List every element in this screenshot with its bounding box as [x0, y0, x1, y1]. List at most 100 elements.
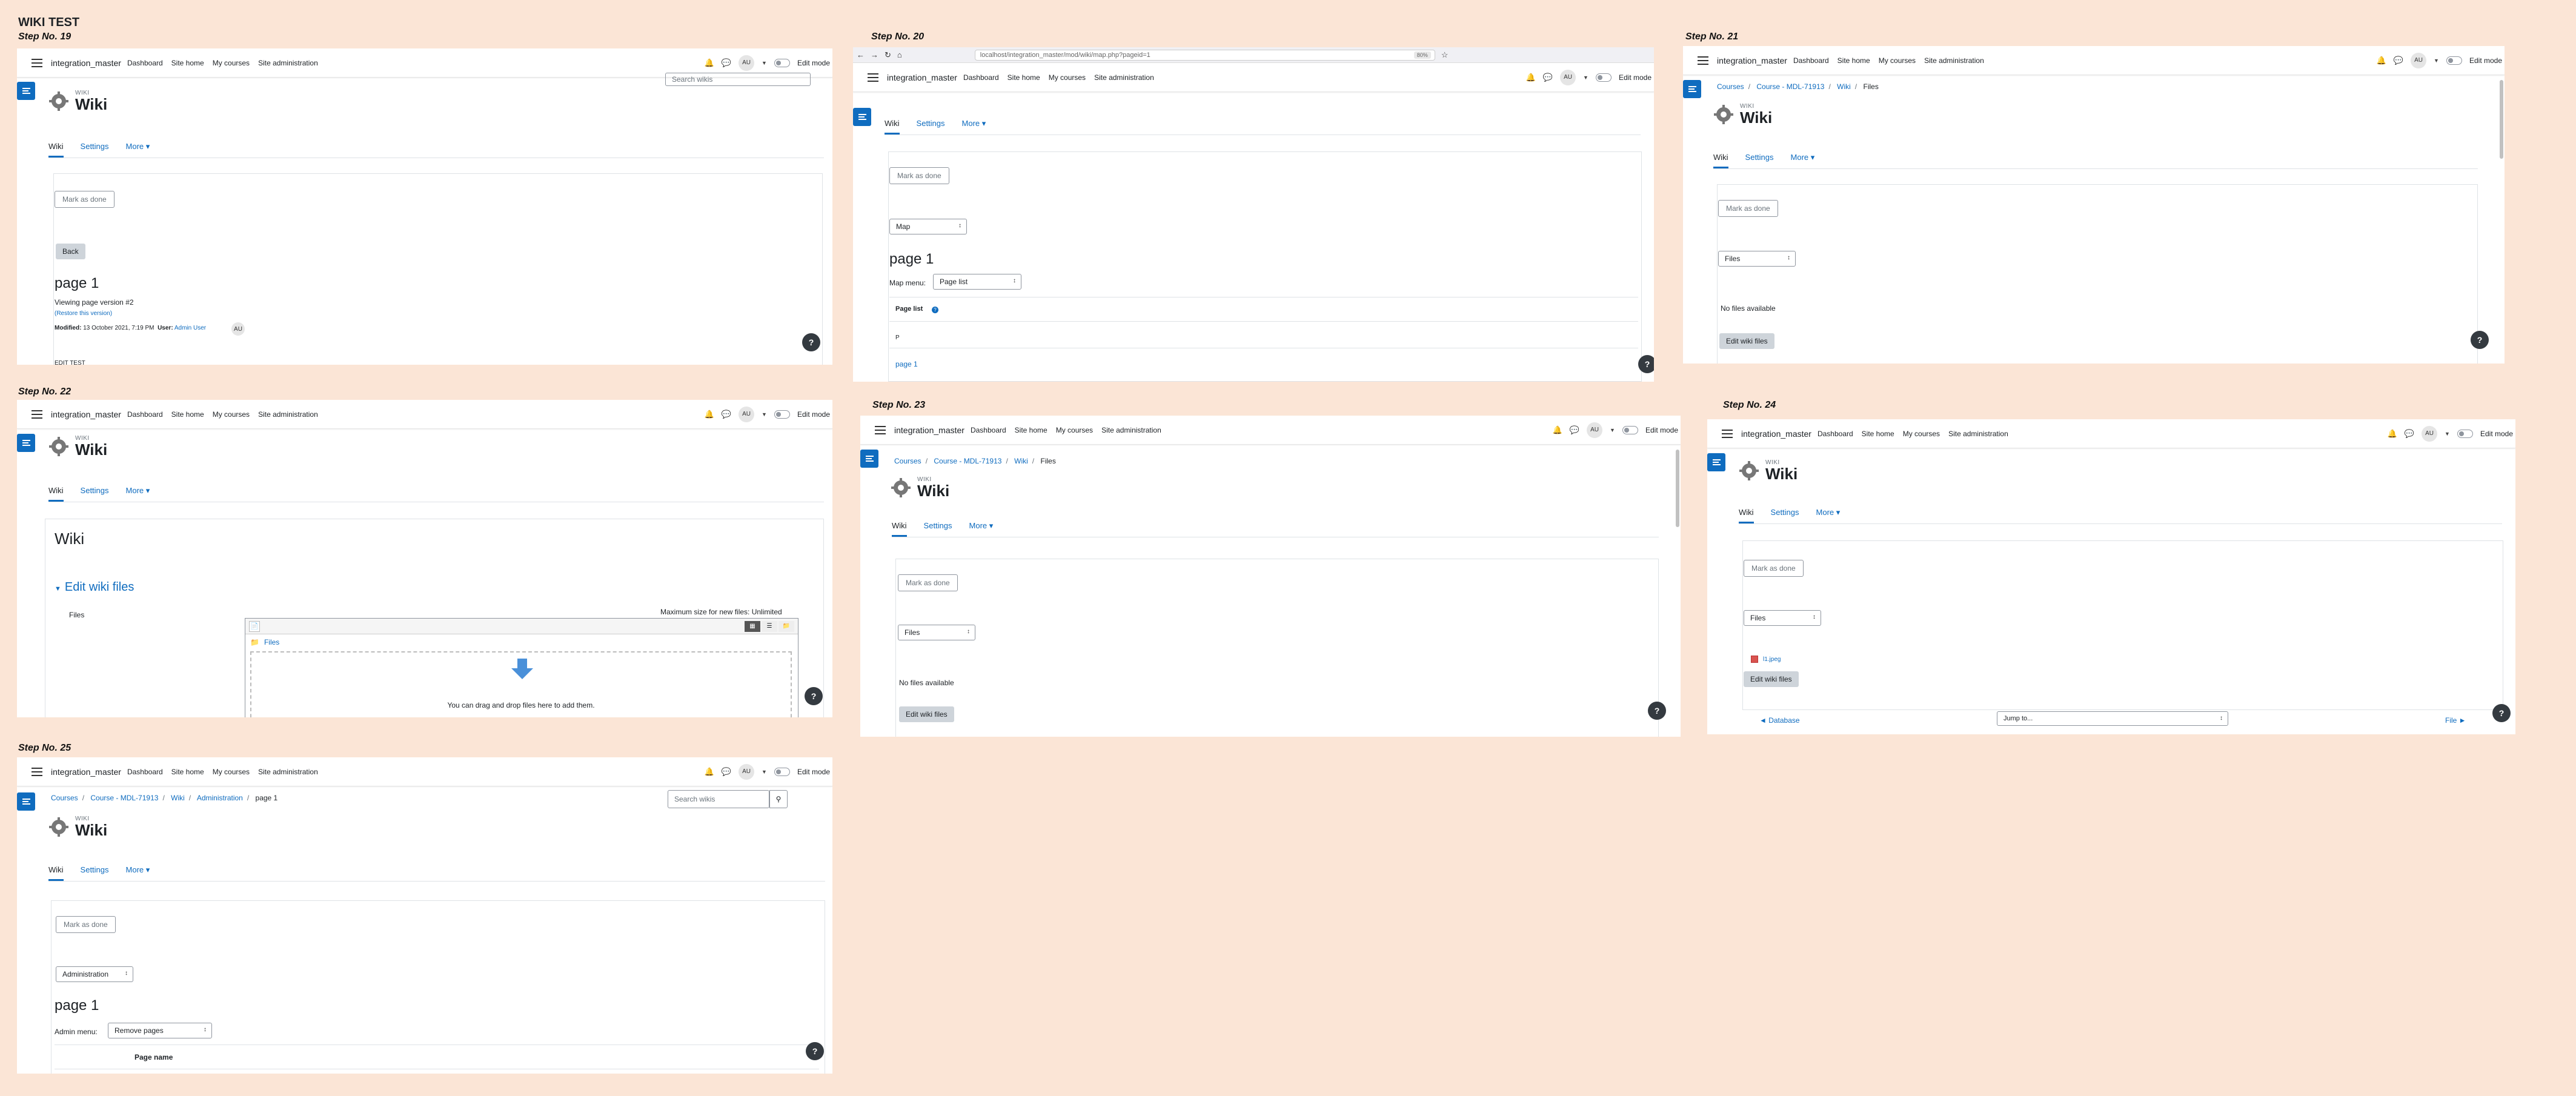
nav-dashboard[interactable]: Dashboard — [1793, 56, 1829, 65]
chevron-down-icon[interactable]: ▼ — [2445, 431, 2450, 437]
nav-my-courses[interactable]: My courses — [213, 59, 250, 67]
mark-as-done-button[interactable]: Mark as done — [56, 916, 116, 933]
nav-my-courses[interactable]: My courses — [1879, 56, 1916, 65]
tab-settings[interactable]: Settings — [917, 114, 945, 135]
help-button[interactable]: ? — [806, 1042, 824, 1060]
chevron-down-icon[interactable]: ▼ — [2434, 58, 2439, 64]
tab-wiki[interactable]: Wiki — [48, 860, 64, 881]
file-dropzone[interactable]: You can drag and drop files here to add … — [250, 651, 792, 717]
edit-mode-toggle[interactable] — [774, 767, 790, 776]
nav-site-home[interactable]: Site home — [171, 768, 204, 776]
back-arrow-icon[interactable]: ← — [857, 50, 865, 59]
site-brand[interactable]: integration_master — [51, 58, 121, 68]
course-index-drawer-button[interactable] — [853, 108, 871, 126]
tab-more[interactable]: More ▾ — [126, 860, 150, 881]
course-index-drawer-button[interactable] — [17, 434, 35, 452]
tab-wiki[interactable]: Wiki — [885, 114, 900, 135]
course-index-drawer-button[interactable] — [17, 82, 35, 100]
next-activity-link[interactable]: File ► — [2445, 716, 2466, 725]
messages-icon[interactable]: 💬 — [1570, 425, 1579, 435]
edit-wiki-files-button[interactable]: Edit wiki files — [1719, 333, 1774, 349]
tab-settings[interactable]: Settings — [81, 860, 109, 881]
tab-more[interactable]: More ▾ — [962, 114, 986, 135]
scrollbar[interactable] — [2500, 80, 2503, 159]
wiki-view-select[interactable]: Map — [889, 219, 967, 234]
notification-bell-icon[interactable]: 🔔 — [1526, 73, 1536, 82]
messages-icon[interactable]: 💬 — [2405, 429, 2414, 439]
wiki-view-select[interactable]: Administration — [56, 966, 133, 982]
notification-bell-icon[interactable]: 🔔 — [705, 58, 714, 68]
chevron-down-icon[interactable]: ▼ — [1583, 75, 1588, 81]
menu-icon[interactable] — [1698, 56, 1708, 65]
edit-wiki-files-button[interactable]: Edit wiki files — [1744, 671, 1799, 687]
site-brand[interactable]: integration_master — [51, 767, 121, 777]
tab-more[interactable]: More ▾ — [969, 516, 994, 537]
edit-wiki-files-section[interactable]: ▼ Edit wiki files — [55, 580, 134, 594]
crumb-wiki[interactable]: Wiki — [1837, 82, 1851, 91]
nav-site-home[interactable]: Site home — [171, 410, 204, 419]
chevron-down-icon[interactable]: ▼ — [762, 769, 767, 775]
help-button[interactable]: ? — [2471, 331, 2489, 349]
search-icon[interactable]: ⚲ — [769, 790, 788, 808]
user-avatar[interactable]: AU — [1560, 69, 1576, 85]
site-brand[interactable]: integration_master — [1741, 429, 1811, 439]
nav-site-home[interactable]: Site home — [1837, 56, 1870, 65]
nav-site-administration[interactable]: Site administration — [1101, 426, 1161, 434]
course-index-drawer-button[interactable] — [1707, 453, 1725, 471]
tab-settings[interactable]: Settings — [81, 137, 109, 158]
wiki-view-select[interactable]: Files — [1718, 251, 1796, 267]
notification-bell-icon[interactable]: 🔔 — [2388, 429, 2397, 439]
tab-more[interactable]: More ▾ — [126, 481, 150, 502]
notification-bell-icon[interactable]: 🔔 — [2377, 56, 2386, 65]
nav-dashboard[interactable]: Dashboard — [127, 410, 163, 419]
course-index-drawer-button[interactable] — [1683, 80, 1701, 98]
admin-menu-select[interactable]: Remove pages — [108, 1023, 212, 1038]
menu-icon[interactable] — [1722, 429, 1733, 438]
nav-site-home[interactable]: Site home — [1862, 430, 1894, 438]
file-link[interactable]: l1.jpeg — [1763, 656, 1781, 663]
notification-bell-icon[interactable]: 🔔 — [705, 767, 714, 777]
collapse-chevron-icon[interactable]: ▼ — [55, 585, 61, 593]
messages-icon[interactable]: 💬 — [1543, 73, 1553, 82]
nav-dashboard[interactable]: Dashboard — [963, 73, 999, 82]
user-avatar[interactable]: AU — [739, 406, 755, 422]
nav-site-administration[interactable]: Site administration — [1094, 73, 1154, 82]
reload-icon[interactable]: ↻ — [885, 50, 891, 60]
site-brand[interactable]: integration_master — [1717, 56, 1787, 65]
edit-mode-toggle[interactable] — [774, 58, 790, 67]
messages-icon[interactable]: 💬 — [722, 58, 731, 68]
view-icons-icon[interactable]: ▦ — [745, 620, 760, 632]
edit-mode-toggle[interactable] — [774, 410, 790, 419]
user-avatar[interactable]: AU — [2411, 52, 2427, 68]
nav-my-courses[interactable]: My courses — [213, 768, 250, 776]
nav-site-administration[interactable]: Site administration — [1924, 56, 1984, 65]
help-button[interactable]: ? — [1638, 355, 1654, 373]
crumb-course[interactable]: Course - MDL-71913 — [934, 457, 1001, 465]
crumb-administration[interactable]: Administration — [197, 794, 243, 802]
messages-icon[interactable]: 💬 — [722, 410, 731, 419]
chevron-down-icon[interactable]: ▼ — [1610, 427, 1615, 433]
help-info-icon[interactable]: ? — [932, 307, 938, 313]
notification-bell-icon[interactable]: 🔔 — [1553, 425, 1562, 435]
nav-dashboard[interactable]: Dashboard — [1817, 430, 1853, 438]
wiki-view-select[interactable]: Files — [898, 625, 975, 640]
mark-as-done-button[interactable]: Mark as done — [55, 191, 115, 208]
edit-mode-toggle[interactable] — [2457, 429, 2473, 438]
crumb-course[interactable]: Course - MDL-71913 — [1756, 82, 1824, 91]
nav-site-administration[interactable]: Site administration — [1948, 430, 2008, 438]
site-brand[interactable]: integration_master — [894, 425, 964, 435]
menu-icon[interactable] — [32, 767, 42, 776]
messages-icon[interactable]: 💬 — [2394, 56, 2403, 65]
tab-wiki[interactable]: Wiki — [1713, 148, 1728, 168]
forward-arrow-icon[interactable]: → — [871, 50, 878, 59]
nav-dashboard[interactable]: Dashboard — [127, 768, 163, 776]
view-tree-icon[interactable]: 📁 — [778, 620, 794, 632]
tab-settings[interactable]: Settings — [924, 516, 952, 537]
map-menu-select[interactable]: Page list — [933, 274, 1021, 290]
tab-settings[interactable]: Settings — [1771, 503, 1799, 523]
help-button[interactable]: ? — [1648, 702, 1666, 720]
nav-site-home[interactable]: Site home — [171, 59, 204, 67]
mark-as-done-button[interactable]: Mark as done — [1718, 200, 1778, 217]
nav-site-administration[interactable]: Site administration — [258, 59, 318, 67]
nav-my-courses[interactable]: My courses — [1056, 426, 1093, 434]
